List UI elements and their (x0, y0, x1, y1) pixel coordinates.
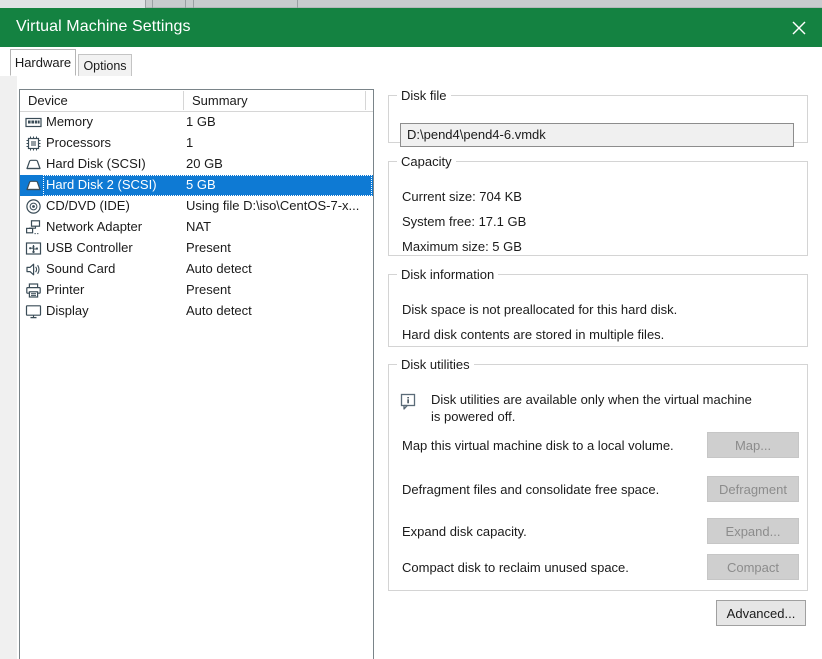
device-row-hard-disk-scsi[interactable]: Hard Disk (SCSI) 20 GB (20, 154, 373, 175)
display-icon (25, 303, 42, 320)
background-tab-separator (152, 0, 153, 8)
disk-file-legend: Disk file (401, 88, 447, 103)
device-row-summary: Using file D:\iso\CentOS-7-x... (186, 198, 360, 213)
device-list-header: Device Summary (20, 90, 373, 112)
compact-button: Compact (707, 554, 799, 580)
left-gutter (0, 76, 17, 659)
column-divider-right (365, 91, 366, 110)
device-row-summary: Present (186, 282, 231, 297)
device-row-summary: 1 GB (186, 114, 216, 129)
device-row-label: Memory (46, 114, 93, 129)
disk-utility-row: Defragment files and consolidate free sp… (389, 476, 809, 504)
device-row-label: Printer (46, 282, 85, 297)
device-row-label: Processors (46, 135, 112, 150)
memory-icon (25, 114, 42, 131)
device-row-label: Hard Disk (SCSI) (46, 156, 146, 171)
close-icon (792, 21, 806, 35)
device-row-hard-disk-2-scsi[interactable]: Hard Disk 2 (SCSI) 5 GB (20, 175, 373, 196)
column-header-device: Device (28, 93, 68, 108)
network-adapter-icon (25, 219, 42, 236)
device-row-summary: 20 GB (186, 156, 223, 171)
disk-utility-row: Map this virtual machine disk to a local… (389, 432, 809, 460)
capacity-system-free: System free: 17.1 GB (402, 214, 527, 229)
column-header-summary: Summary (192, 93, 248, 108)
device-row-summary: 5 GB (186, 177, 216, 192)
right-pane: Disk file D:\pend4\pend4-6.vmdk Capacity… (388, 76, 822, 659)
disk-utilities-legend: Disk utilities (401, 357, 470, 372)
device-row-sound-card[interactable]: Sound Card Auto detect (20, 259, 373, 280)
device-row-label: Display (46, 303, 89, 318)
device-row-display[interactable]: Display Auto detect (20, 301, 373, 322)
printer-icon (25, 282, 42, 299)
background-tab-separator (297, 0, 298, 8)
expand-button: Expand... (707, 518, 799, 544)
device-row-label: CD/DVD (IDE) (46, 198, 130, 213)
device-row-label: Network Adapter (46, 219, 143, 234)
processor-icon (25, 135, 42, 152)
disk-utility-description: Compact disk to reclaim unused space. (402, 560, 629, 575)
disk-information-line-1: Disk space is not preallocated for this … (402, 302, 678, 317)
tab-strip: Hardware Options (0, 47, 822, 76)
device-row-memory[interactable]: Memory 1 GB (20, 112, 373, 133)
background-window-strip (0, 0, 822, 8)
cd-dvd-icon (25, 198, 42, 215)
device-row-network-adapter[interactable]: Network Adapter NAT (20, 217, 373, 238)
capacity-current-size: Current size: 704 KB (402, 189, 522, 204)
disk-file-group: Disk file D:\pend4\pend4-6.vmdk (388, 88, 808, 147)
device-row-usb-controller[interactable]: USB Controller Present (20, 238, 373, 259)
capacity-group: Capacity Current size: 704 KB System fre… (388, 154, 808, 256)
tab-hardware[interactable]: Hardware (10, 49, 76, 76)
disk-information-legend: Disk information (401, 267, 495, 282)
tab-options-label: Options (83, 58, 127, 73)
capacity-maximum-size: Maximum size: 5 GB (402, 239, 522, 254)
device-row-label: USB Controller (46, 240, 133, 255)
background-tab-left (0, 0, 145, 8)
background-tab-separator (145, 0, 146, 8)
device-row-summary: Auto detect (186, 303, 252, 318)
device-row-summary: Present (186, 240, 231, 255)
column-divider (183, 91, 184, 110)
sound-card-icon (25, 261, 42, 278)
disk-utilities-group: Disk utilities Disk utilities are availa… (388, 357, 808, 591)
device-list[interactable]: Device Summary Memory 1 GB Processors 1 Hard… (19, 89, 374, 659)
title-bar: Virtual Machine Settings (0, 8, 822, 47)
close-button[interactable] (776, 8, 822, 47)
disk-utilities-note: Disk utilities are available only when t… (431, 392, 752, 424)
advanced-button[interactable]: Advanced... (716, 600, 806, 626)
device-row-printer[interactable]: Printer Present (20, 280, 373, 301)
map-button-label: Map... (734, 437, 772, 453)
hard-disk-icon (25, 156, 42, 173)
disk-file-input[interactable]: D:\pend4\pend4-6.vmdk (400, 123, 794, 147)
defragment-button: Defragment (707, 476, 799, 502)
background-tab-separator (185, 0, 186, 8)
capacity-legend: Capacity (401, 154, 452, 169)
dialog-content: Device Summary Memory 1 GB Processors 1 Hard… (0, 76, 822, 659)
disk-information-line-2: Hard disk contents are stored in multipl… (402, 327, 665, 342)
window-title: Virtual Machine Settings (16, 18, 191, 35)
device-row-label: Sound Card (46, 261, 116, 276)
device-row-summary: Auto detect (186, 261, 252, 276)
advanced-button-label: Advanced... (726, 605, 796, 621)
device-row-summary: 1 (186, 135, 194, 150)
device-row-summary: NAT (186, 219, 212, 234)
usb-controller-icon (25, 240, 42, 257)
disk-utility-row: Compact disk to reclaim unused space. Com… (389, 554, 809, 582)
device-row-label: Hard Disk 2 (SCSI) (46, 177, 157, 192)
device-row-processors[interactable]: Processors 1 (20, 133, 373, 154)
tab-hardware-label: Hardware (14, 55, 72, 70)
defragment-button-label: Defragment (719, 481, 787, 497)
disk-utility-description: Defragment files and consolidate free sp… (402, 482, 660, 497)
background-tab-separator (193, 0, 194, 8)
info-icon (400, 393, 418, 411)
device-row-cd-dvd-ide[interactable]: CD/DVD (IDE) Using file D:\iso\CentOS-7-x… (20, 196, 373, 217)
disk-utility-row: Expand disk capacity. Expand... (389, 518, 809, 546)
disk-utility-description: Expand disk capacity. (402, 524, 527, 539)
hard-disk-icon (25, 177, 42, 194)
disk-utility-description: Map this virtual machine disk to a local… (402, 438, 674, 453)
tab-options[interactable]: Options (78, 54, 132, 76)
compact-button-label: Compact (726, 559, 780, 575)
map-button: Map... (707, 432, 799, 458)
disk-information-group: Disk information Disk space is not preal… (388, 267, 808, 347)
expand-button-label: Expand... (725, 523, 781, 539)
